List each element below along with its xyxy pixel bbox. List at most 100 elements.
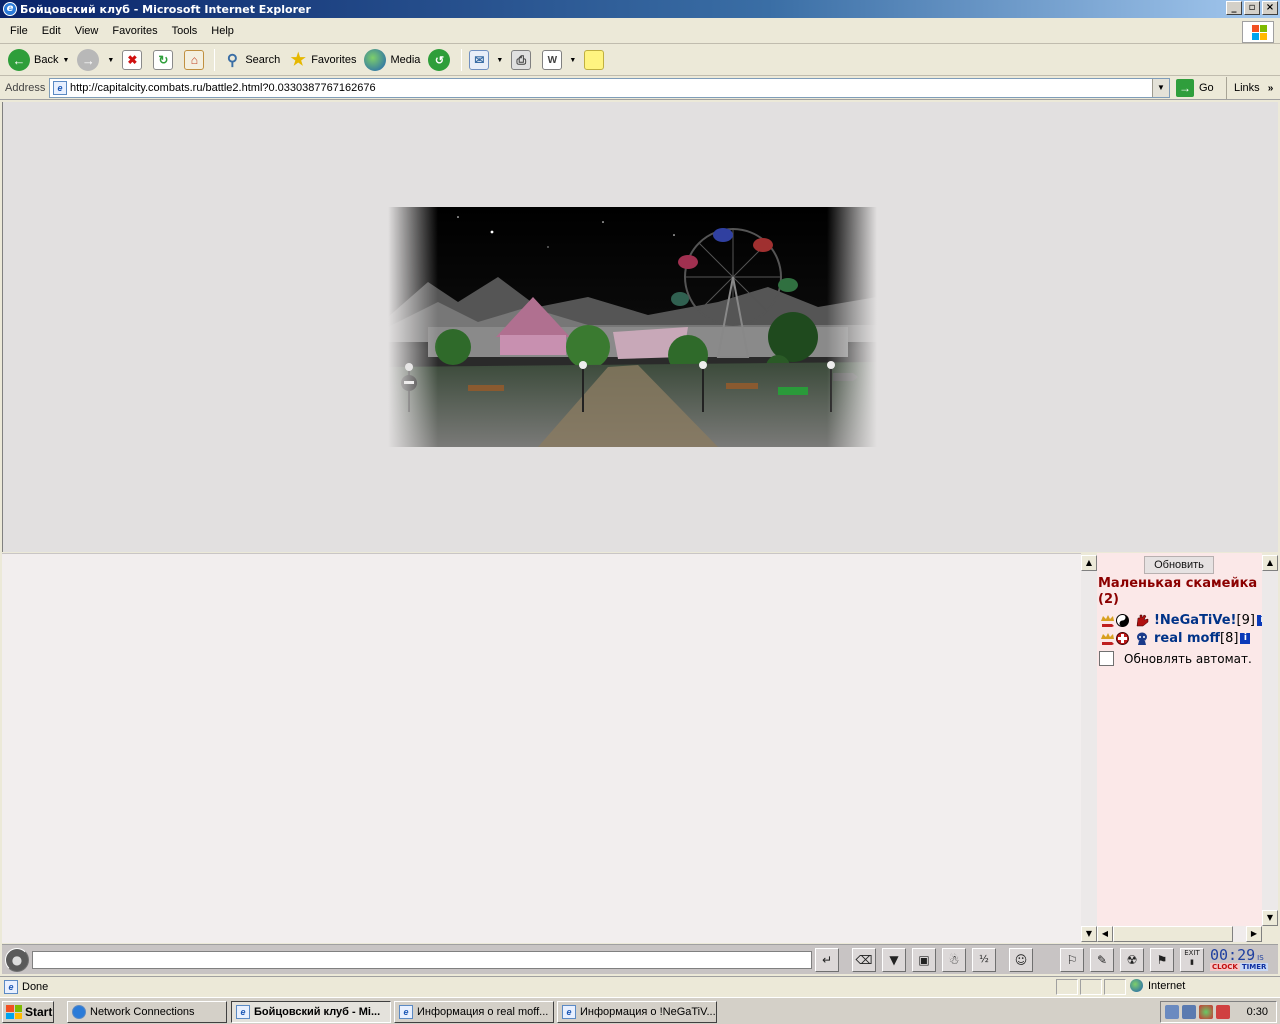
- status-cell: [1056, 979, 1078, 995]
- status-text: Done: [22, 981, 49, 993]
- forward-button[interactable]: → ▼: [73, 47, 118, 73]
- task-combats[interactable]: e Бойцовский клуб - Mi...: [231, 1001, 391, 1023]
- game-clock: 00:29 IS CLOCK TIMER: [1210, 947, 1276, 973]
- person-button[interactable]: ☃: [942, 948, 966, 972]
- clock-suffix: IS: [1257, 954, 1264, 962]
- menu-favorites[interactable]: Favorites: [105, 23, 164, 39]
- chat-area[interactable]: [2, 553, 1081, 943]
- red-cross-icon: [1116, 632, 1131, 645]
- scroll-left-icon[interactable]: ◀: [1097, 926, 1113, 942]
- yin-yang-icon: [1116, 614, 1131, 627]
- favorites-button[interactable]: ★ Favorites: [284, 47, 360, 73]
- window-title-bar[interactable]: e Бойцовский клуб - Microsoft Internet E…: [0, 0, 1280, 18]
- player-info-icon[interactable]: i: [1240, 633, 1251, 644]
- menu-edit[interactable]: Edit: [35, 23, 68, 39]
- tray-alert-icon[interactable]: [1216, 1005, 1230, 1019]
- status-cell: [1080, 979, 1102, 995]
- notes-button[interactable]: [580, 47, 611, 73]
- window-title: Бойцовский клуб - Microsoft Internet Exp…: [20, 2, 311, 16]
- send-enter-button[interactable]: ↵: [815, 948, 839, 972]
- address-dropdown-icon[interactable]: ▼: [1152, 79, 1169, 97]
- ie-icon: e: [3, 2, 17, 16]
- side-left-scrollbar[interactable]: ▲ ▼: [1081, 555, 1097, 942]
- clock-label[interactable]: CLOCK: [1210, 963, 1240, 971]
- back-dropdown-icon[interactable]: ▼: [62, 57, 69, 64]
- exit-button[interactable]: EXIT ▮: [1180, 948, 1204, 972]
- task-network-connections[interactable]: Network Connections: [67, 1001, 227, 1023]
- menu-bar: File Edit View Favorites Tools Help: [0, 19, 1280, 44]
- go-arrow-icon: →: [1176, 79, 1194, 97]
- back-button[interactable]: ← Back ▼: [4, 47, 73, 73]
- menu-tools[interactable]: Tools: [165, 23, 205, 39]
- back-arrow-icon: ←: [8, 49, 30, 71]
- address-input[interactable]: e http://capitalcity.combats.ru/battle2.…: [49, 78, 1170, 98]
- tray-network-icon[interactable]: [1165, 1005, 1179, 1019]
- stop-button[interactable]: ✖: [118, 47, 149, 73]
- menu-view[interactable]: View: [68, 23, 106, 39]
- toolbar-separator: [461, 49, 463, 71]
- go-button[interactable]: → Go: [1176, 79, 1214, 97]
- address-url[interactable]: http://capitalcity.combats.ru/battle2.ht…: [70, 82, 376, 94]
- filter-button[interactable]: ▼: [882, 948, 906, 972]
- task-info-real-moff[interactable]: e Информация о real moff...: [394, 1001, 554, 1023]
- search-button[interactable]: ⚲ Search: [218, 47, 284, 73]
- scroll-right-icon[interactable]: ▶: [1246, 926, 1262, 942]
- home-button[interactable]: ⌂: [180, 47, 211, 73]
- ie-icon: e: [236, 1005, 250, 1019]
- start-button[interactable]: Start: [2, 1001, 54, 1023]
- auto-refresh-row: Обновлять автомат.: [1099, 651, 1252, 666]
- status-cell: [1104, 979, 1126, 995]
- edit-button[interactable]: W ▼: [538, 47, 580, 73]
- club-button[interactable]: ☢: [1120, 948, 1144, 972]
- player-nick[interactable]: real moff: [1154, 631, 1220, 646]
- print-button[interactable]: ⎙: [507, 47, 538, 73]
- auto-refresh-checkbox[interactable]: [1099, 651, 1114, 666]
- windows-flag-icon: [6, 1005, 22, 1019]
- scroll-down-icon[interactable]: ▼: [1262, 910, 1278, 926]
- menu-file[interactable]: File: [3, 23, 35, 39]
- scroll-thumb[interactable]: [1113, 926, 1233, 942]
- refresh-button[interactable]: ↻: [149, 47, 180, 73]
- stop-icon: ✖: [122, 50, 143, 70]
- chat-input[interactable]: [32, 951, 812, 969]
- tray-network2-icon[interactable]: [1182, 1005, 1196, 1019]
- player-nick[interactable]: !NeGaTiVe!: [1154, 613, 1237, 628]
- refresh-list-button[interactable]: Обновить: [1144, 556, 1214, 574]
- side-horizontal-scrollbar[interactable]: ◀ ▶: [1097, 926, 1262, 942]
- links-button[interactable]: Links»: [1226, 77, 1273, 99]
- toolbar-separator: [214, 49, 216, 71]
- history-button[interactable]: ↺: [424, 47, 458, 73]
- home-icon: ⌂: [184, 50, 205, 70]
- status-bar: e Done Internet: [0, 976, 1280, 996]
- menu-help[interactable]: Help: [204, 23, 241, 39]
- task-info-negative[interactable]: e Информация о !NeGaTiV...: [557, 1001, 717, 1023]
- tray-security-icon[interactable]: [1199, 1005, 1213, 1019]
- translit-button[interactable]: ½: [972, 948, 996, 972]
- info-button[interactable]: ⚐: [1060, 948, 1084, 972]
- game-bottom-bar: ● ↵ ⌫ ▼ ▣ ☃ ½ ☺ ⚐ ✎ ☢ ⚑ EXIT ▮ 00:29 IS CL…: [2, 944, 1278, 974]
- maximize-button[interactable]: ▫: [1244, 1, 1260, 15]
- clock-time: 00:29: [1210, 946, 1256, 964]
- scroll-up-icon[interactable]: ▲: [1262, 555, 1278, 571]
- search-icon: ⚲: [226, 52, 238, 69]
- history-icon: ↺: [428, 49, 451, 71]
- mail-button[interactable]: ✉ ▼: [465, 47, 507, 73]
- ie-icon: e: [399, 1005, 413, 1019]
- smiley-button[interactable]: ☺: [1009, 948, 1033, 972]
- scroll-down-icon[interactable]: ▼: [1081, 926, 1097, 942]
- chat-mode-icon[interactable]: ●: [5, 948, 29, 972]
- edit-dropdown-icon[interactable]: ▼: [569, 57, 576, 64]
- close-button[interactable]: ×: [1262, 1, 1278, 15]
- star-icon: ★: [290, 50, 306, 69]
- save-log-button[interactable]: ▣: [912, 948, 936, 972]
- scroll-button[interactable]: ✎: [1090, 948, 1114, 972]
- scroll-up-icon[interactable]: ▲: [1081, 555, 1097, 571]
- timer-label[interactable]: TIMER: [1239, 963, 1269, 971]
- minimize-button[interactable]: _: [1226, 1, 1242, 15]
- forum-button[interactable]: ⚑: [1150, 948, 1174, 972]
- mail-dropdown-icon[interactable]: ▼: [496, 57, 503, 64]
- clear-eraser-button[interactable]: ⌫: [852, 948, 876, 972]
- media-button[interactable]: Media: [360, 47, 424, 73]
- side-right-scrollbar[interactable]: ▲ ▼: [1262, 555, 1278, 926]
- forward-dropdown-icon[interactable]: ▼: [107, 57, 114, 64]
